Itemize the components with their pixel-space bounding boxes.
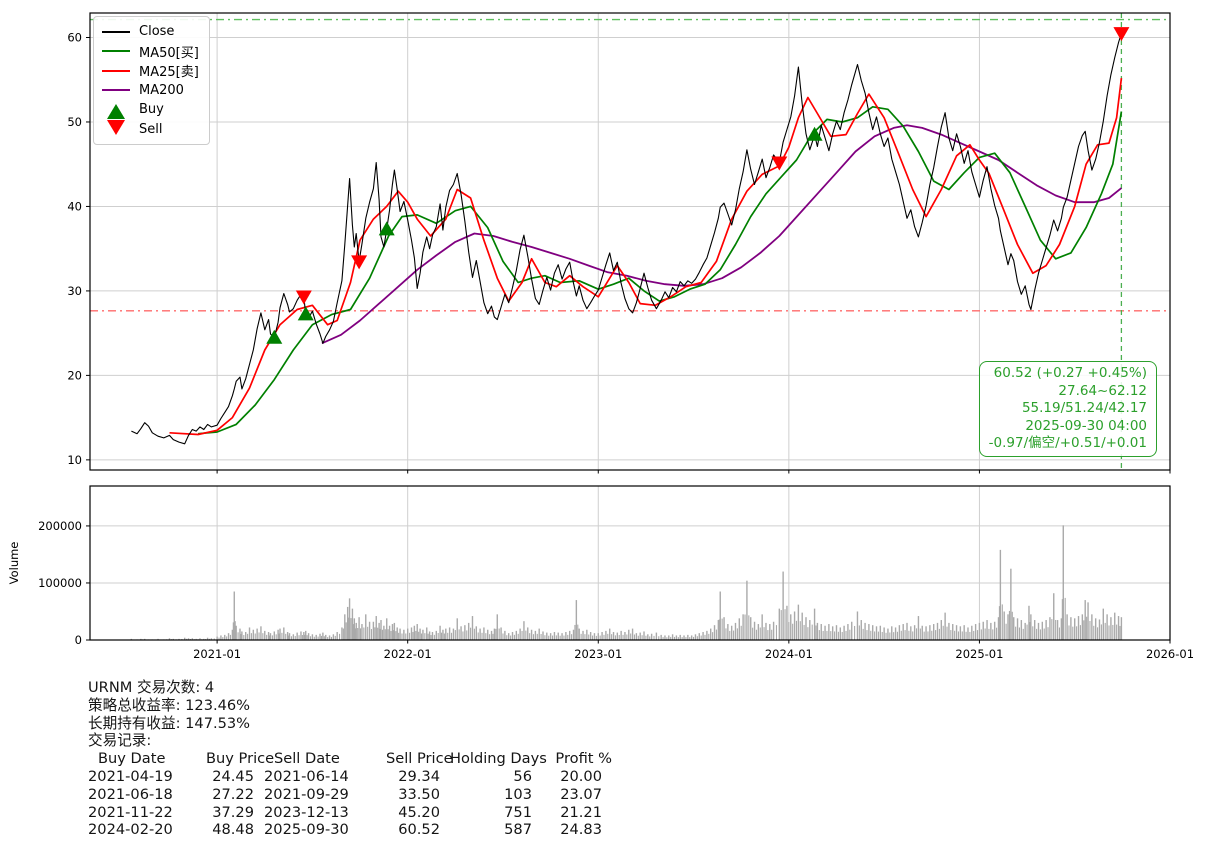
trade-col-header: Profit % [542,750,612,768]
info-last-price: 60.52 (+0.27 +0.45%) [989,365,1147,383]
trade-table: Buy DateBuy PriceSell DateSell PriceHold… [88,750,612,839]
x-tick-label: 2024-01 [765,647,813,661]
trade-col-header: Holding Days [450,750,542,768]
buy-marker [379,221,395,235]
legend-label: MA200 [139,83,184,98]
buy-triangle-icon [107,104,125,119]
y-tick-label: 40 [67,199,82,213]
trade-cell: 587 [440,821,532,839]
legend-marker-swatch [102,104,130,115]
trade-cell: 2021-06-18 [88,786,196,804]
sell-marker [1113,27,1129,41]
trade-cell: 23.07 [532,786,602,804]
trade-col-header: Buy Date [88,750,206,768]
trade-col-header: Sell Price [386,750,450,768]
stat-records-title: 交易记录: [88,732,612,750]
info-signal: -0.97/偏空/+0.51/+0.01 [989,435,1147,453]
stat-hold-return: 长期持有收益: 147.53% [88,715,612,733]
trade-cell: 56 [440,768,532,786]
x-tick-label: 2022-01 [384,647,432,661]
line-swatch [102,70,130,72]
strategy-stats: URNM 交易次数: 4 策略总收益率: 123.46% 长期持有收益: 147… [88,679,612,839]
trade-cell: 29.34 [376,768,440,786]
volume-tick-label: 0 [75,633,82,647]
legend-line-swatch [102,50,130,52]
y-tick-label: 60 [67,30,82,44]
legend-label: MA50[买] [139,42,199,61]
line-swatch [102,89,130,91]
trade-cell: 48.48 [196,821,254,839]
legend: Close MA50[买]MA25[卖] MA200 Buy Sell [93,16,210,145]
trade-cell: 21.21 [532,804,602,822]
trade-cell: 2024-02-20 [88,821,196,839]
close-line [131,33,1121,444]
info-ma-values: 55.19/51.24/42.17 [989,400,1147,418]
trade-cell: 751 [440,804,532,822]
legend-label: Close [139,24,174,39]
buy-marker [266,330,282,344]
stat-strategy-return: 策略总收益率: 123.46% [88,697,612,715]
trade-cell: 2021-04-19 [88,768,196,786]
sell-triangle-icon [107,120,125,135]
x-tick-label: 2026-01 [1146,647,1194,661]
trade-cell: 24.83 [532,821,602,839]
y-tick-label: 10 [67,453,82,467]
y-tick-label: 20 [67,368,82,382]
trade-cell: 2023-12-13 [254,804,376,822]
trade-table-row: 2024-02-2048.482025-09-3060.5258724.83 [88,821,612,839]
legend-item-close: Close [102,22,199,42]
trade-cell: 2025-09-30 [254,821,376,839]
x-tick-label: 2023-01 [574,647,622,661]
trade-cell: 2021-06-14 [254,768,376,786]
volume-axis-label: Volume [7,542,21,585]
legend-item-ma50: MA50[买] [102,42,199,62]
info-52wk-range: 27.64~62.12 [989,383,1147,401]
trade-cell: 45.20 [376,804,440,822]
legend-line-swatch [102,89,130,91]
trade-col-header: Buy Price [206,750,264,768]
stat-trade-count: URNM 交易次数: 4 [88,679,612,697]
trade-cell: 60.52 [376,821,440,839]
legend-marker-swatch [102,124,130,135]
legend-label: MA25[卖] [139,61,199,80]
trade-table-row: 2021-06-1827.222021-09-2933.5010323.07 [88,786,612,804]
legend-item-ma200: MA200 [102,81,199,101]
trade-cell: 27.22 [196,786,254,804]
trade-cell: 2021-09-29 [254,786,376,804]
trade-cell: 103 [440,786,532,804]
volume-tick-label: 200000 [38,519,82,533]
trade-cell: 2021-11-22 [88,804,196,822]
x-tick-label: 2021-01 [193,647,241,661]
trade-cell: 20.00 [532,768,602,786]
legend-line-swatch [102,31,130,33]
info-datetime: 2025-09-30 04:00 [989,418,1147,436]
volume-tick-label: 100000 [38,576,82,590]
y-tick-label: 30 [67,284,82,298]
quote-info-box: 60.52 (+0.27 +0.45%) 27.64~62.12 55.19/5… [979,361,1157,457]
legend-item-buy: Buy [102,100,199,120]
trade-table-row: 2021-04-1924.452021-06-1429.345620.00 [88,768,612,786]
x-tick-label: 2025-01 [955,647,1003,661]
trade-cell: 24.45 [196,768,254,786]
trade-cell: 33.50 [376,786,440,804]
legend-item-sell: Sell [102,120,199,140]
legend-line-swatch [102,70,130,72]
legend-item-ma25: MA25[卖] [102,61,199,81]
line-swatch [102,50,130,52]
y-tick-label: 50 [67,115,82,129]
sell-marker [296,290,312,304]
trade-col-header: Sell Date [264,750,386,768]
legend-label: Sell [139,122,162,137]
line-swatch [102,31,130,33]
figure: 10 20 30 40 50 60 0 100000 200000 Volume 2021-01 20… [0,0,1206,855]
trade-table-row: 2021-11-2237.292023-12-1345.2075121.21 [88,804,612,822]
trade-cell: 37.29 [196,804,254,822]
trade-table-header: Buy DateBuy PriceSell DateSell PriceHold… [88,750,612,768]
legend-label: Buy [139,102,164,117]
